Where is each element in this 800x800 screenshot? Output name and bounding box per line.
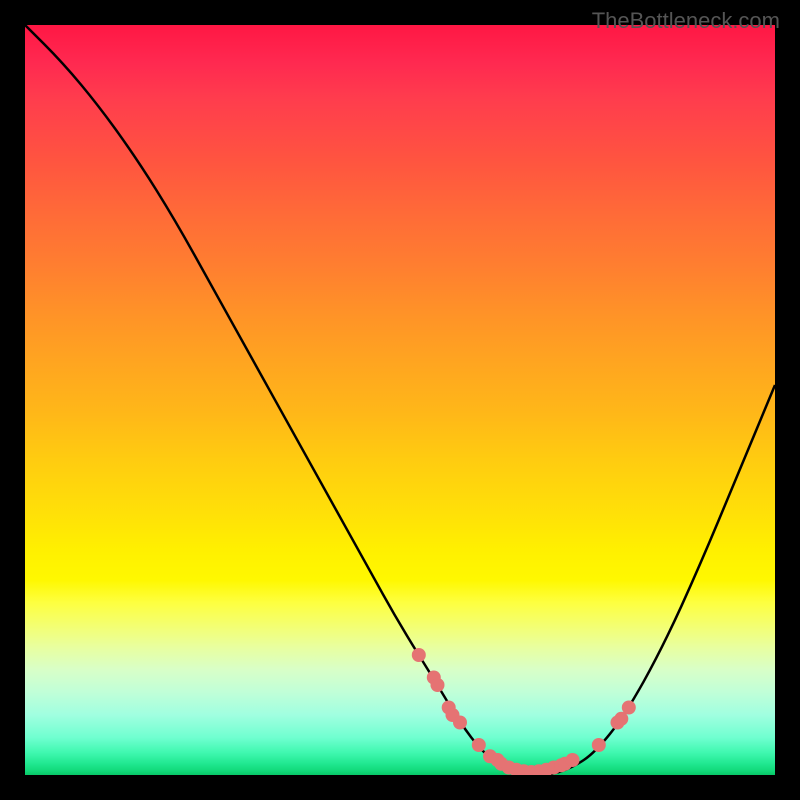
scatter-point: [622, 701, 636, 715]
scatter-point: [472, 738, 486, 752]
scatter-points: [412, 648, 636, 775]
bottleneck-curve: [25, 25, 775, 775]
scatter-point: [566, 753, 580, 767]
scatter-point: [592, 738, 606, 752]
scatter-point: [412, 648, 426, 662]
chart-svg: [25, 25, 775, 775]
watermark-text: TheBottleneck.com: [592, 8, 780, 34]
scatter-point: [431, 678, 445, 692]
chart-plot-area: [25, 25, 775, 775]
scatter-point: [453, 716, 467, 730]
